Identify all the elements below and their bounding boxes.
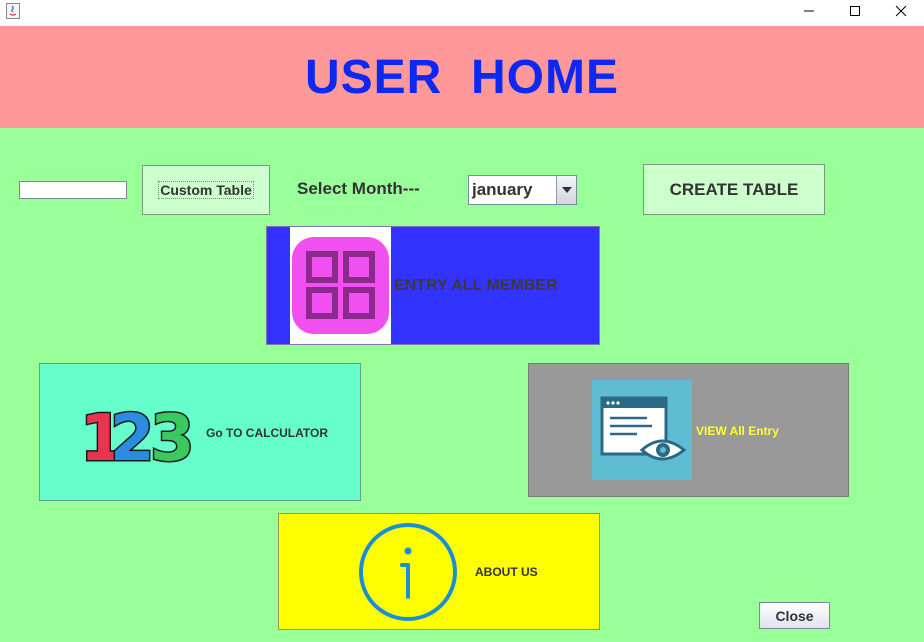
java-app-icon <box>6 3 20 19</box>
entry-all-member-label: ENTRY ALL MEMBER <box>394 277 558 294</box>
maximize-button[interactable] <box>832 0 878 22</box>
minimize-button[interactable] <box>786 0 832 22</box>
window-titlebar <box>0 0 924 26</box>
info-icon <box>357 521 459 623</box>
month-selected-value: january <box>472 180 533 199</box>
entry-all-member-button[interactable]: ENTRY ALL MEMBER <box>266 226 600 345</box>
numbers-123-icon: 1 2 3 <box>79 398 200 478</box>
close-window-button[interactable] <box>878 0 924 22</box>
view-window-icon <box>592 380 692 480</box>
custom-table-input[interactable] <box>19 181 127 199</box>
view-all-entry-button[interactable]: VIEW All Entry <box>528 363 849 497</box>
select-month-label: Select Month--- <box>297 179 420 198</box>
custom-table-button[interactable]: Custom Table <box>142 165 270 215</box>
header-banner: USER HOME <box>0 26 924 128</box>
svg-text:3: 3 <box>150 402 195 470</box>
close-button[interactable]: Close <box>759 602 830 629</box>
custom-table-button-label: Custom Table <box>158 181 254 199</box>
svg-text:2: 2 <box>110 402 155 470</box>
view-all-entry-label: VIEW All Entry <box>696 424 779 438</box>
month-dropdown[interactable]: january <box>468 175 577 205</box>
chevron-down-icon[interactable] <box>556 176 576 204</box>
create-table-button[interactable]: CREATE TABLE <box>643 164 825 215</box>
go-to-calculator-button[interactable]: 1 2 3 Go TO CALCULATOR <box>39 363 361 501</box>
go-to-calculator-label: Go TO CALCULATOR <box>206 426 328 440</box>
about-us-label: ABOUT US <box>475 565 538 579</box>
grid-icon <box>290 227 391 344</box>
about-us-button[interactable]: ABOUT US <box>278 513 600 630</box>
page-title: USER HOME <box>304 50 620 104</box>
